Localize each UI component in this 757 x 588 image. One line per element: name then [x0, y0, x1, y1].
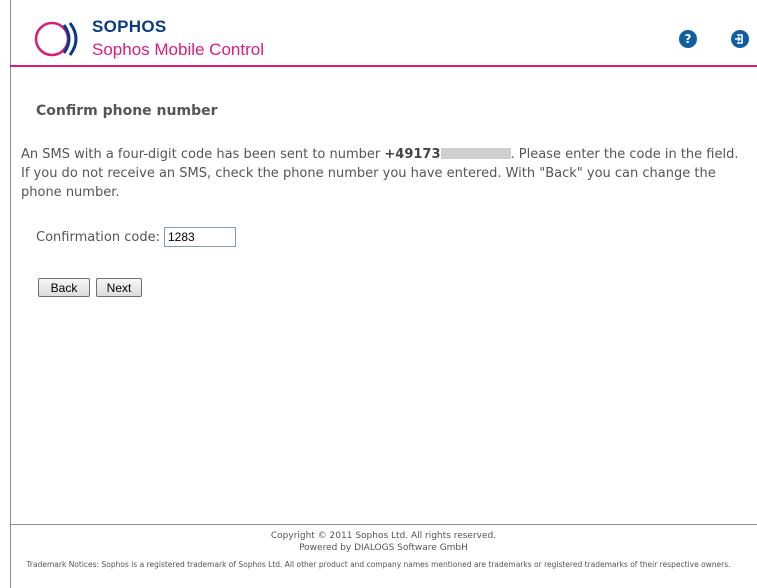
logout-icon[interactable] — [731, 30, 749, 48]
help-icon[interactable]: ? — [679, 30, 697, 48]
redacted-phone-digits — [440, 148, 511, 159]
copyright-text: Copyright © 2011 Sophos Ltd. All rights … — [270, 531, 497, 541]
back-button[interactable]: Back — [38, 278, 90, 297]
header: SOPHOS Sophos Mobile Control ? — [10, 0, 757, 67]
product-name: Sophos Mobile Control — [92, 40, 264, 59]
page-title: Confirm phone number — [36, 103, 218, 119]
brand-name: SOPHOS — [92, 17, 167, 36]
phone-number-prefix: +49173 — [384, 147, 441, 162]
confirmation-code-input[interactable] — [164, 227, 236, 247]
powered-by-text: Powered by DIALOGS Software GmbH — [299, 543, 468, 553]
instruction-text: An SMS with a four-digit code has been s… — [21, 145, 751, 202]
footer: Copyright © 2011 Sophos Ltd. All rights … — [10, 524, 757, 588]
sophos-logo-icon — [34, 21, 78, 57]
instruction-text-part1: An SMS with a four-digit code has been s… — [21, 147, 385, 162]
next-button[interactable]: Next — [96, 278, 142, 297]
confirmation-code-label: Confirmation code: — [36, 230, 160, 245]
trademark-notice: Trademark Notices: Sophos is a registere… — [26, 560, 731, 569]
